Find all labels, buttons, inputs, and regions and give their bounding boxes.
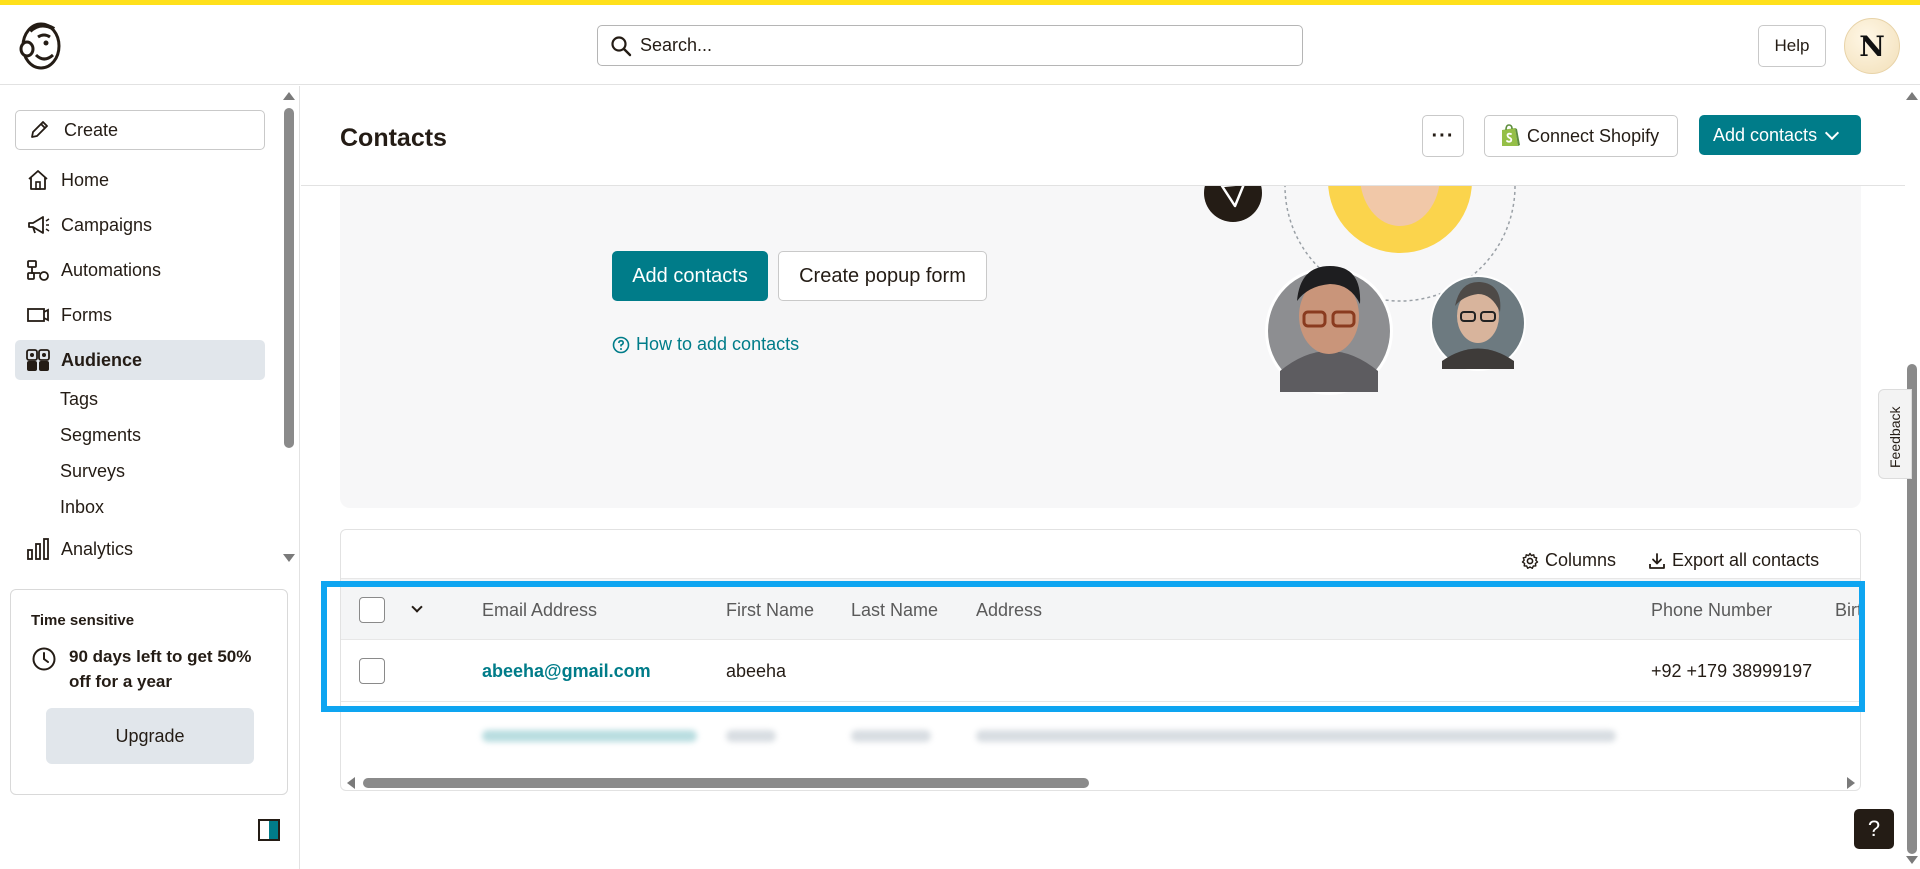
feedback-tab[interactable]: Feedback xyxy=(1878,389,1912,479)
sidebar-item-home[interactable]: Home xyxy=(15,160,265,200)
gear-icon xyxy=(1521,552,1539,569)
sidebar-subitem-segments[interactable]: Segments xyxy=(60,425,141,446)
sidebar-item-label: Automations xyxy=(61,259,162,280)
sidebar-item-label: Audience xyxy=(61,349,143,370)
sidebar-subitem-surveys[interactable]: Surveys xyxy=(60,461,125,482)
columns-label: Columns xyxy=(1545,550,1617,570)
create-button[interactable]: Create xyxy=(15,110,265,150)
connect-shopify-label: Connect Shopify xyxy=(1527,125,1660,146)
sidebar-item-analytics[interactable]: Analytics xyxy=(15,529,265,569)
help-circle-icon xyxy=(612,336,630,353)
sidebar-item-label: Home xyxy=(61,169,110,190)
sidebar-item-label: Campaigns xyxy=(61,214,153,235)
audience-icon xyxy=(26,349,50,371)
clock-icon xyxy=(32,647,56,671)
export-label: Export all contacts xyxy=(1672,550,1820,570)
page-header: Contacts ··· Connect Shopify Add contact… xyxy=(301,86,1905,186)
blurred-cell xyxy=(976,730,1616,742)
columns-button[interactable]: Columns xyxy=(1521,550,1616,571)
highlight-box xyxy=(321,581,1865,712)
home-icon xyxy=(28,170,48,190)
main-content: Add contacts Create popup form How to ad… xyxy=(301,86,1905,869)
create-popup-form-button[interactable]: Create popup form xyxy=(778,251,987,301)
scroll-right-arrow-icon[interactable] xyxy=(1847,777,1855,789)
sidebar-item-forms[interactable]: Forms xyxy=(15,295,265,335)
megaphone-icon xyxy=(28,216,50,234)
table-horizontal-scrollbar[interactable] xyxy=(341,774,1860,790)
add-contacts-dropdown-button[interactable]: Add contacts xyxy=(1699,115,1861,155)
search-icon xyxy=(611,35,632,56)
promo-message: 90 days left to get 50% off for a year xyxy=(69,647,252,691)
help-button[interactable]: Help xyxy=(1758,25,1826,67)
search-input[interactable]: Search... xyxy=(597,25,1303,66)
help-fab-button[interactable]: ? xyxy=(1854,809,1894,849)
shopify-bag-icon xyxy=(1502,124,1520,146)
create-label: Create xyxy=(64,119,119,140)
scroll-down-arrow-icon[interactable] xyxy=(283,554,295,562)
user-avatar[interactable]: N xyxy=(1844,18,1900,74)
sidebar-subitem-inbox[interactable]: Inbox xyxy=(60,497,104,518)
sidebar-item-audience[interactable]: Audience xyxy=(15,340,265,380)
upgrade-button[interactable]: Upgrade xyxy=(46,708,254,764)
scroll-up-arrow-icon[interactable] xyxy=(283,92,295,100)
pencil-icon xyxy=(31,121,48,138)
top-header: Search... Help N xyxy=(0,5,1920,85)
table-scrollbar-thumb[interactable] xyxy=(363,778,1089,788)
scroll-down-arrow-icon[interactable] xyxy=(1906,856,1918,864)
connect-shopify-button[interactable]: Connect Shopify xyxy=(1484,115,1678,157)
automation-icon xyxy=(27,260,49,281)
how-to-add-contacts-link[interactable]: How to add contacts xyxy=(612,334,799,355)
blurred-cell xyxy=(726,730,776,742)
feedback-label: Feedback xyxy=(1887,406,1903,468)
add-contacts-hero: Add contacts Create popup form How to ad… xyxy=(340,136,1861,508)
scroll-up-arrow-icon[interactable] xyxy=(1906,92,1918,100)
sidebar-subitem-tags[interactable]: Tags xyxy=(60,389,98,410)
sidebar: Create Home Campaigns Automations Forms xyxy=(0,86,300,869)
search-placeholder: Search... xyxy=(640,35,713,55)
blurred-cell xyxy=(482,730,697,742)
sidebar-item-label: Analytics xyxy=(61,538,134,559)
upgrade-promo-card: Time sensitive 90 days left to get 50% o… xyxy=(10,589,288,795)
sidebar-item-automations[interactable]: Automations xyxy=(15,250,265,290)
blurred-cell xyxy=(851,730,931,742)
export-all-contacts-button[interactable]: Export all contacts xyxy=(1648,550,1819,571)
more-options-button[interactable]: ··· xyxy=(1422,115,1464,157)
promo-tag: Time sensitive xyxy=(31,612,135,629)
scroll-left-arrow-icon[interactable] xyxy=(347,777,355,789)
mailchimp-logo[interactable] xyxy=(16,19,66,73)
sidebar-item-label: Forms xyxy=(61,304,112,325)
sidebar-scrollbar-thumb[interactable] xyxy=(284,108,294,448)
add-contacts-label: Add contacts xyxy=(1713,124,1818,145)
how-to-label: How to add contacts xyxy=(636,334,800,354)
bar-chart-icon xyxy=(27,538,49,560)
chevron-down-icon xyxy=(1824,125,1840,140)
download-icon xyxy=(1649,552,1665,569)
collapse-sidebar-icon[interactable] xyxy=(258,819,280,841)
form-icon xyxy=(27,308,49,322)
sidebar-item-campaigns[interactable]: Campaigns xyxy=(15,205,265,245)
page-title: Contacts xyxy=(340,124,447,152)
hero-add-contacts-button[interactable]: Add contacts xyxy=(612,251,768,301)
